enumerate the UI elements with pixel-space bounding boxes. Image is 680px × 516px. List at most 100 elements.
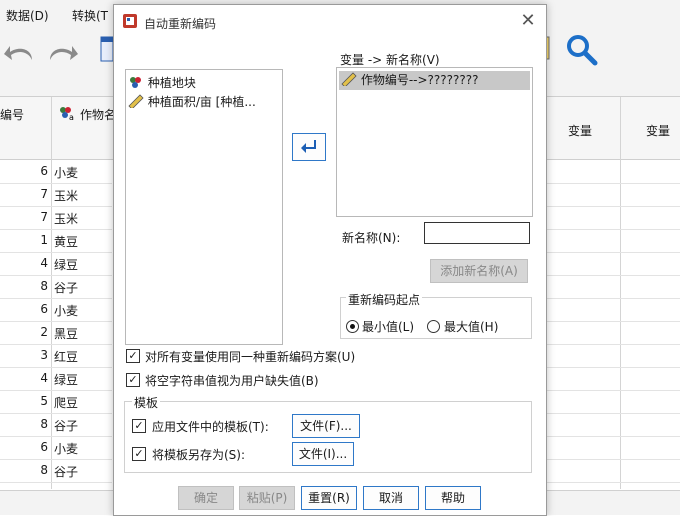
radio-max[interactable] [427,320,440,333]
file-button-save[interactable]: 文件(I)... [292,442,354,466]
cell-crop[interactable]: 红豆 [54,348,78,365]
table-row[interactable] [544,413,680,437]
apply-template-label[interactable]: 应用文件中的模板(T): [152,418,269,435]
template-label: 模板 [132,394,161,411]
cell-id[interactable]: 8 [0,417,48,431]
table-row[interactable]: 5 爬豆 [0,390,112,414]
cell-crop[interactable]: 谷子 [54,463,78,480]
table-row[interactable]: 6 小麦 [0,298,112,322]
table-row[interactable] [544,229,680,253]
table-row[interactable] [544,459,680,483]
cancel-button[interactable]: 取消 [363,486,419,510]
data-editor-icon[interactable] [100,35,114,63]
table-row[interactable]: 8 谷子 [0,275,112,299]
move-variable-button[interactable] [292,133,326,161]
table-row[interactable] [544,321,680,345]
table-row[interactable]: 6 小麦 [0,436,112,460]
apply-template-checkbox[interactable]: ✓ [132,419,146,433]
table-row[interactable] [544,183,680,207]
table-row[interactable]: 2 黑豆 [0,321,112,345]
table-row[interactable]: 4 绿豆 [0,367,112,391]
mapping-list[interactable]: 作物编号-->???????? [336,67,533,217]
table-row[interactable]: 6 小麦 [0,160,112,184]
new-name-label: 新名称(N): [342,231,401,245]
search-icon[interactable] [564,32,600,66]
cell-crop[interactable]: 谷子 [54,417,78,434]
cell-id[interactable]: 8 [0,463,48,477]
undo-icon[interactable] [2,40,36,64]
table-row[interactable] [544,298,680,322]
table-row[interactable]: 1 黄豆 [0,229,112,253]
cell-id[interactable]: 4 [0,371,48,385]
cell-id[interactable]: 4 [0,256,48,270]
source-variable-list[interactable]: 种植地块 种植面积/亩 [种植... [125,69,283,345]
save-template-checkbox[interactable]: ✓ [132,447,146,461]
col-header-var-1[interactable]: 变量 [568,122,592,139]
ok-button[interactable]: 确定 [178,486,234,510]
list-item-label: 种植地块 [147,76,196,90]
new-name-input[interactable] [424,222,530,244]
table-row[interactable]: 4 绿豆 [0,252,112,276]
close-icon[interactable]: ✕ [518,11,538,31]
table-row[interactable] [544,252,680,276]
list-item-label: 作物编号-->???????? [360,73,479,87]
arrow-left-icon [301,140,316,153]
paste-button[interactable]: 粘贴(P) [239,486,295,510]
cell-crop[interactable]: 绿豆 [54,371,78,388]
cell-crop[interactable]: 黄豆 [54,233,78,250]
menu-data[interactable]: 数据(D) [6,7,49,24]
cell-id[interactable]: 6 [0,164,48,178]
same-scheme-checkbox[interactable]: ✓ [126,349,140,363]
table-row[interactable]: 3 红豆 [0,344,112,368]
reset-button[interactable]: 重置(R) [301,486,357,510]
cell-id[interactable]: 6 [0,302,48,316]
cell-crop[interactable]: 谷子 [54,279,78,296]
table-row[interactable] [544,390,680,414]
cell-crop[interactable]: 爬豆 [54,394,78,411]
table-row[interactable] [544,206,680,230]
list-item[interactable]: 种植面积/亩 [种植... [126,93,282,112]
cell-crop[interactable]: 小麦 [54,302,78,319]
radio-min[interactable] [346,320,359,333]
cell-crop[interactable]: 玉米 [54,187,78,204]
file-button-apply[interactable]: 文件(F)... [292,414,360,438]
blank-missing-label[interactable]: 将空字符串值视为用户缺失值(B) [145,372,319,389]
cell-crop[interactable]: 小麦 [54,164,78,181]
table-row[interactable] [544,436,680,460]
cell-crop[interactable]: 黑豆 [54,325,78,342]
save-template-label[interactable]: 将模板另存为(S): [152,446,245,463]
table-row[interactable] [544,367,680,391]
cell-id[interactable]: 2 [0,325,48,339]
table-row[interactable]: 8 谷子 [0,459,112,483]
cell-id[interactable]: 6 [0,440,48,454]
cell-id[interactable]: 7 [0,210,48,224]
list-item[interactable]: 种植地块 [126,74,282,93]
col-header-crop[interactable]: 作物名 [80,106,116,123]
cell-id[interactable]: 5 [0,394,48,408]
add-new-name-button[interactable]: 添加新名称(A) [430,259,528,283]
radio-min-label[interactable]: 最小值(L) [362,318,414,335]
blank-missing-checkbox[interactable]: ✓ [126,373,140,387]
same-scheme-label[interactable]: 对所有变量使用同一种重新编码方案(U) [145,348,355,365]
redo-icon[interactable] [46,40,80,64]
list-item[interactable]: 作物编号-->???????? [339,71,530,90]
table-row[interactable]: 7 玉米 [0,183,112,207]
cell-crop[interactable]: 绿豆 [54,256,78,273]
cell-crop[interactable]: 小麦 [54,440,78,457]
help-button[interactable]: 帮助 [425,486,481,510]
col-header-var-2[interactable]: 变量 [646,122,670,139]
cell-id[interactable]: 8 [0,279,48,293]
table-row[interactable]: 8 谷子 [0,413,112,437]
cell-crop[interactable]: 玉米 [54,210,78,227]
menu-transform[interactable]: 转换(T [72,7,108,24]
start-point-label: 重新编码起点 [346,291,423,308]
table-row[interactable]: 7 玉米 [0,206,112,230]
col-header-id[interactable]: 编号 [0,106,24,123]
table-row[interactable] [544,275,680,299]
table-row[interactable] [544,344,680,368]
radio-max-label[interactable]: 最大值(H) [444,318,498,335]
cell-id[interactable]: 7 [0,187,48,201]
table-row[interactable] [544,160,680,184]
cell-id[interactable]: 3 [0,348,48,362]
cell-id[interactable]: 1 [0,233,48,247]
